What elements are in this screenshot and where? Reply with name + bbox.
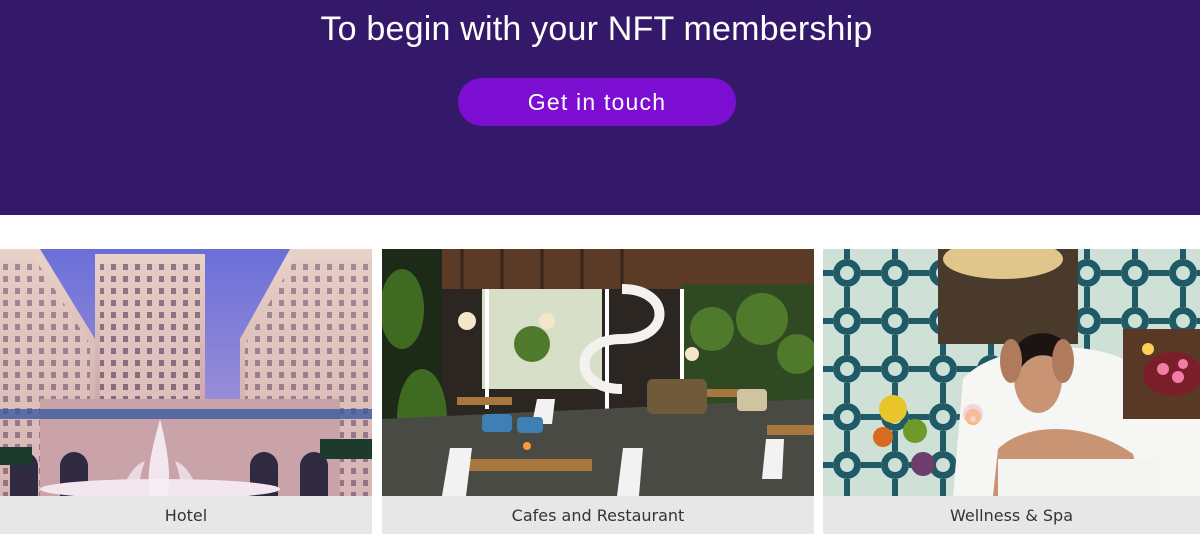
hero-banner: To begin with your NFT membership Get in… (0, 0, 1200, 215)
category-card-wellness[interactable]: Wellness & Spa (823, 249, 1200, 534)
category-card-cafes[interactable]: Cafes and Restaurant (382, 249, 814, 534)
category-label-cafes: Cafes and Restaurant (382, 496, 814, 534)
category-card-hotel[interactable]: Hotel (0, 249, 372, 534)
category-label-hotel: Hotel (0, 496, 372, 534)
hotel-photo (0, 249, 372, 496)
cafe-photo (382, 249, 814, 496)
hero-title: To begin with your NFT membership (320, 10, 873, 48)
spa-photo (823, 249, 1200, 496)
category-label-wellness: Wellness & Spa (823, 496, 1200, 534)
get-in-touch-button[interactable]: Get in touch (458, 78, 736, 126)
